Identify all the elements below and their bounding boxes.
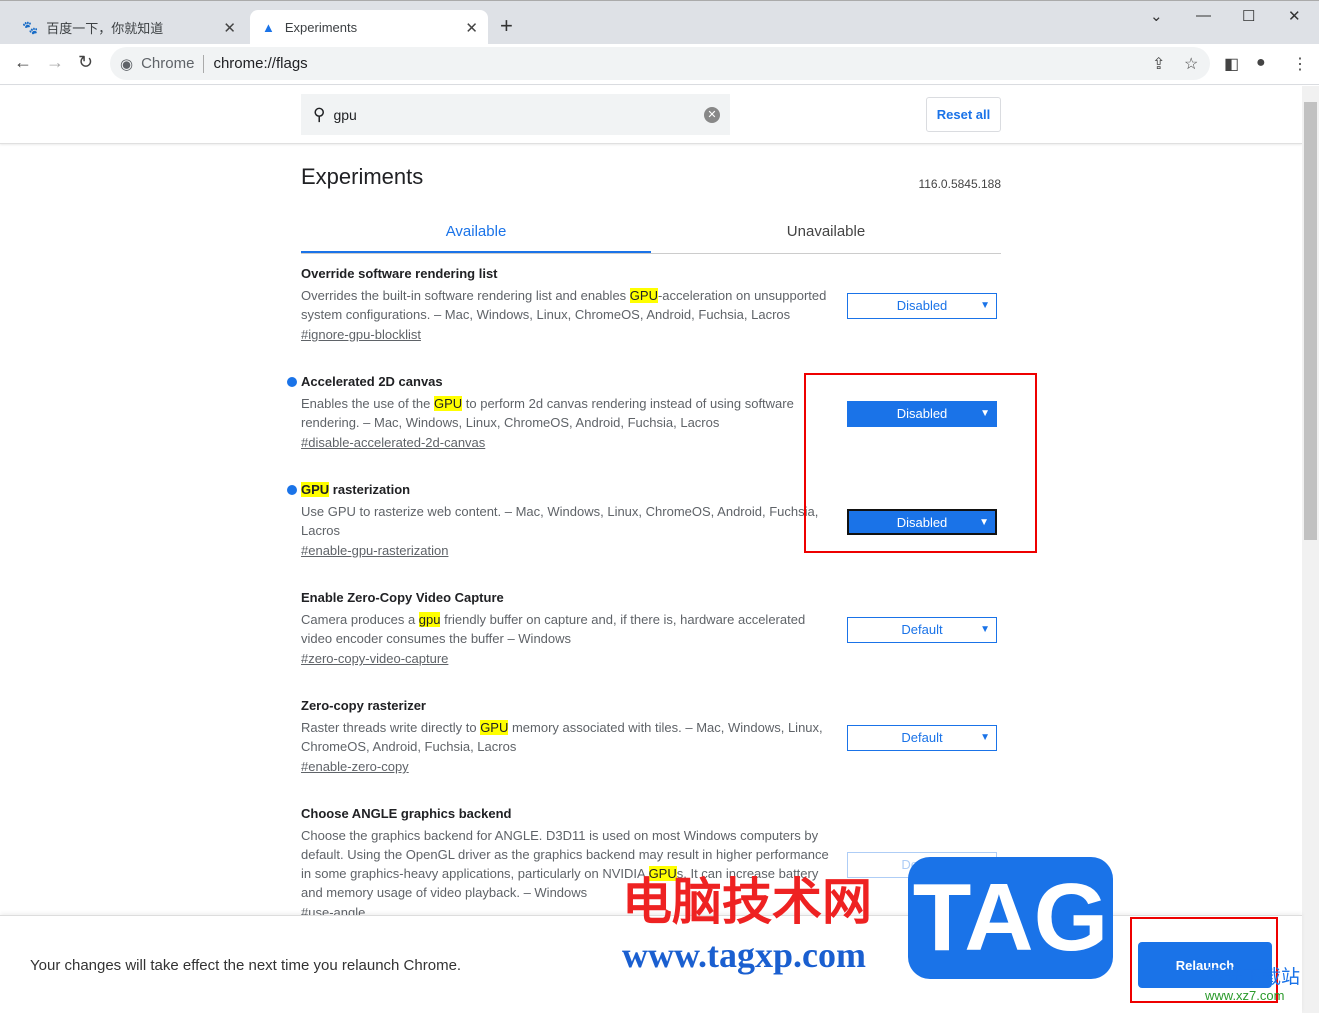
divider [203, 54, 205, 73]
close-window-button[interactable]: ✕ [1288, 7, 1301, 25]
share-icon[interactable]: ⇪ [1152, 54, 1165, 74]
search-highlight: GPU [301, 482, 330, 497]
clear-search-icon[interactable]: ✕ [704, 106, 720, 123]
tab-search-icon[interactable]: ⌄ [1150, 7, 1163, 25]
search-highlight: gpu [418, 612, 441, 627]
baidu-paw-icon: 🐾 [22, 19, 39, 35]
reset-all-button[interactable]: Reset all [926, 97, 1001, 132]
experiment-description: Raster threads write directly to GPU mem… [301, 718, 831, 756]
close-tab-icon[interactable]: ✕ [223, 19, 236, 37]
experiment-item: Enable Zero-Copy Video Capture Camera pro… [301, 590, 1001, 666]
text-segment: Camera produces a [301, 612, 419, 627]
experiment-select[interactable]: Default ▼ [847, 725, 997, 751]
experiment-name: Choose ANGLE graphics backend [301, 806, 1001, 821]
address-bar[interactable]: ◉ Chrome chrome://flags [110, 47, 1210, 80]
experiment-description: Choose the graphics backend for ANGLE. D… [301, 826, 831, 902]
experiment-select[interactable]: Default ▼ [847, 617, 997, 643]
tab-title: 百度一下，你就知道 [46, 21, 164, 36]
tab-title: Experiments [284, 20, 358, 35]
side-panel-icon[interactable]: ◧ [1224, 54, 1239, 74]
chevron-down-icon: ▼ [980, 732, 990, 743]
select-value: Default [901, 622, 943, 637]
bookmark-star-icon[interactable]: ☆ [1184, 54, 1198, 74]
tab-available[interactable]: Available [301, 211, 651, 253]
search-highlight: GPU [480, 720, 509, 735]
tab-unavailable[interactable]: Unavailable [651, 211, 1001, 253]
text-segment: Choose ANGLE graphics backend [301, 806, 512, 821]
reload-icon[interactable]: ↻ [78, 52, 93, 73]
chrome-icon: ◉ [120, 55, 134, 73]
select-value: Default [901, 730, 943, 745]
experiment-item: Zero-copy rasterizer Raster threads write… [301, 698, 1001, 774]
experiment-description: Enables the use of the GPU to perform 2d… [301, 394, 831, 432]
search-highlight: GPU [433, 396, 463, 411]
experiment-link[interactable]: #zero-copy-video-capture [301, 651, 1001, 666]
minimize-button[interactable]: — [1196, 7, 1211, 24]
select-value: Disabled [896, 298, 948, 313]
search-icon: ⚲ [313, 104, 326, 124]
text-segment: Use GPU to rasterize web content. – Mac,… [301, 504, 819, 538]
experiment-name: Override software rendering list [301, 266, 1001, 281]
text-segment: Raster threads write directly to [301, 720, 481, 735]
site-label: Chrome [141, 55, 195, 72]
text-segment: Zero-copy rasterizer [301, 698, 426, 713]
experiment-name: Enable Zero-Copy Video Capture [301, 590, 1001, 605]
chevron-down-icon: ▼ [980, 300, 990, 311]
tab-strip: 🐾 百度一下，你就知道 ✕ ▲ Experiments ✕ + ⌄ — ☐ ✕ [0, 0, 1319, 45]
menu-icon[interactable]: ⋮ [1292, 54, 1308, 74]
toolbar: ← → ↻ ◉ Chrome chrome://flags ⇪ ☆ ◧ ● ⋮ [0, 44, 1319, 85]
experiment-description: Use GPU to rasterize web content. – Mac,… [301, 502, 831, 540]
experiment-select[interactable]: Disabled ▼ [847, 293, 997, 319]
text-segment: Enable Zero-Copy Video Capture [301, 590, 504, 605]
page-title: Experiments [301, 164, 424, 189]
text-segment: Accelerated 2D canvas [301, 374, 443, 389]
experiment-link[interactable]: #ignore-gpu-blocklist [301, 327, 1001, 342]
text-segment: rasterization [329, 482, 411, 497]
back-icon[interactable]: ← [14, 52, 32, 73]
search-highlight: GPU [629, 288, 658, 303]
experiment-name: Zero-copy rasterizer [301, 698, 1001, 713]
modified-indicator [287, 377, 297, 387]
forward-icon[interactable]: → [46, 52, 64, 73]
annotation-box [804, 373, 1037, 553]
chevron-down-icon: ▼ [980, 624, 990, 635]
search-value: gpu [333, 106, 357, 123]
scrollbar[interactable] [1302, 86, 1319, 1013]
maximize-button[interactable]: ☐ [1242, 7, 1255, 25]
tab-baidu[interactable]: 🐾 百度一下，你就知道 ✕ [10, 10, 246, 45]
search-input[interactable]: ⚲ gpu ✕ [301, 94, 730, 135]
version-label: 116.0.5845.188 [918, 177, 1001, 191]
annotation-box [1130, 917, 1278, 1003]
experiment-item: Choose ANGLE graphics backend Choose the … [301, 806, 1001, 920]
relaunch-message: Your changes will take effect the next t… [30, 957, 462, 974]
profile-avatar-icon[interactable]: ● [1256, 54, 1266, 72]
experiment-description: Overrides the built-in software renderin… [301, 286, 831, 324]
tab-experiments[interactable]: ▲ Experiments ✕ [250, 10, 488, 45]
flask-icon: ▲ [262, 20, 275, 35]
flags-header: ⚲ gpu ✕ Reset all [0, 86, 1302, 144]
experiment-select[interactable]: Default ▼ [847, 852, 997, 878]
experiment-description: Camera produces a gpu friendly buffer on… [301, 610, 831, 648]
tabs: Available Unavailable [301, 211, 1001, 254]
url-text[interactable]: chrome://flags [213, 55, 307, 72]
text-segment: Enables the use of the [301, 396, 434, 411]
relaunch-bar: Your changes will take effect the next t… [0, 915, 1302, 1013]
modified-indicator [287, 485, 297, 495]
close-tab-icon[interactable]: ✕ [465, 19, 478, 37]
text-segment: Overrides the built-in software renderin… [301, 288, 630, 303]
chevron-down-icon: ▼ [980, 859, 990, 870]
new-tab-button[interactable]: + [500, 13, 513, 39]
select-value: Default [901, 857, 943, 872]
scrollbar-thumb[interactable] [1304, 102, 1317, 540]
text-segment: Override software rendering list [301, 266, 498, 281]
experiment-item: Override software rendering list Override… [301, 266, 1001, 342]
search-highlight: GPU [648, 866, 677, 881]
experiment-link[interactable]: #enable-zero-copy [301, 759, 1001, 774]
